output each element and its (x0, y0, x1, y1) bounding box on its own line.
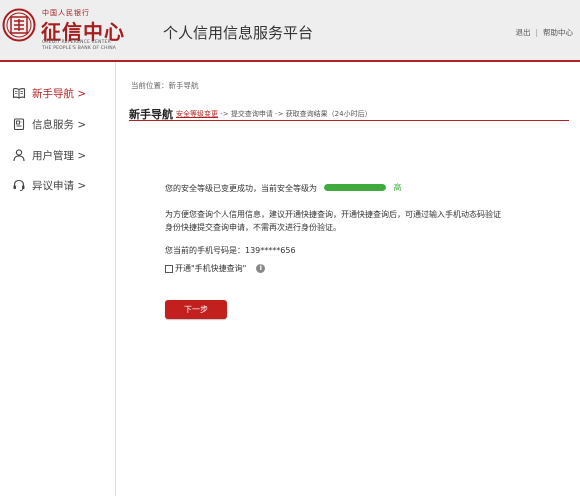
sidebar-item-info-service[interactable]: 信息服务 > (12, 115, 86, 133)
security-level-indicator: 高 (320, 182, 402, 193)
logout-link[interactable]: 退出 (515, 28, 530, 37)
advice-line-1: 为方便您查询个人信用信息，建议开通快捷查询，开通快捷查询后，可通过输入手机动态码… (165, 210, 501, 219)
main-content: 当前位置：新手导航 新手导航 安全等级变更 -> 提交查询申请 -> 获取查询结… (117, 62, 580, 496)
sidebar-item-objection-request[interactable]: 异议申请 > (12, 176, 86, 194)
breadcrumb: 当前位置：新手导航 (131, 81, 199, 90)
step-arrow: -> (272, 110, 286, 118)
sidebar-item-user-management[interactable]: 用户管理 > (12, 146, 86, 164)
sidebar-item-label: 新手导航 > (32, 87, 87, 100)
link-separator: | (535, 28, 538, 37)
title-divider (129, 120, 569, 121)
info-icon[interactable]: i (256, 264, 266, 273)
phone-number-text: 您当前的手机号码是：139*****656 (165, 246, 296, 255)
user-icon (13, 149, 25, 162)
sidebar: 新手导航 > 信息服务 > 用户管理 > 异议申请 > (0, 62, 116, 496)
sidebar-item-label: 用户管理 > (32, 149, 87, 162)
logo-english-line2: THE PEOPLE'S BANK OF CHINA (42, 46, 117, 51)
book-icon (12, 88, 26, 99)
step-progress: 安全等级变更 -> 提交查询申请 -> 获取查询结果（24小时后） (176, 109, 372, 119)
quick-query-checkbox[interactable] (165, 264, 173, 273)
logo-english-line1: CREDIT REFERENCE CENTER (42, 40, 111, 45)
quick-query-label[interactable]: 开通"手机快捷查询" (175, 264, 246, 273)
help-center-link[interactable]: 帮助中心 (543, 28, 573, 37)
sidebar-item-label: 信息服务 > (32, 118, 87, 131)
advice-line-2: 身份快捷提交查询申请，不需再次进行身份验证。 (165, 223, 341, 232)
security-level-fill (323, 184, 386, 191)
logo-seal-icon (2, 8, 36, 42)
step-submit-query: 提交查询申请 (230, 110, 273, 118)
platform-title: 个人信用信息服务平台 (163, 24, 314, 42)
step-security-level-change: 安全等级变更 (176, 110, 218, 118)
sidebar-item-new-user-guide[interactable]: 新手导航 > (12, 84, 86, 102)
next-step-button[interactable]: 下一步 (165, 300, 227, 319)
document-icon (13, 118, 25, 131)
security-level-label: 高 (393, 183, 402, 192)
step-arrow: -> (218, 110, 231, 118)
top-links: 退出 | 帮助中心 (515, 27, 573, 38)
security-level-text: 您的安全等级已变更成功，当前安全等级为 (165, 184, 317, 193)
security-level-bar (323, 184, 386, 191)
quick-query-row: 开通"手机快捷查询" i (165, 263, 266, 274)
header: 中国人民银行 征信中心 CREDIT REFERENCE CENTER THE … (0, 0, 580, 62)
headset-icon (13, 179, 25, 191)
credit-center-logo[interactable]: 中国人民银行 征信中心 CREDIT REFERENCE CENTER THE … (2, 6, 128, 54)
sidebar-item-label: 异议申请 > (32, 179, 87, 192)
step-get-result: 获取查询结果（24小时后） (285, 110, 372, 118)
security-level-row: 您的安全等级已变更成功，当前安全等级为 高 (165, 182, 402, 194)
